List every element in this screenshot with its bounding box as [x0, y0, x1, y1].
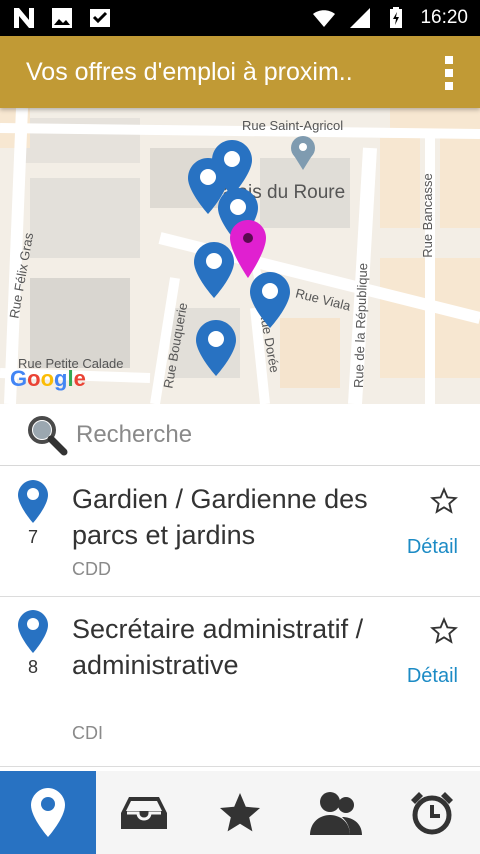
job-number: 7: [27, 527, 38, 547]
nav-favorites-tab[interactable]: [192, 771, 288, 854]
star-icon: [220, 792, 260, 831]
search-bar: [0, 404, 480, 466]
inbox-icon: [121, 796, 167, 829]
detail-link[interactable]: Détail: [407, 665, 458, 688]
nav-alerts-tab[interactable]: [384, 771, 480, 854]
bottom-navigation: [0, 771, 480, 854]
map-pin-icon: [18, 610, 48, 653]
map-pin-icon: [18, 480, 48, 523]
status-time: 16:20: [420, 7, 468, 28]
job-title: Secrétaire administratif / administrativ…: [72, 614, 364, 680]
nav-contacts-tab[interactable]: [288, 771, 384, 854]
street-label: Rue Saint-Agricol: [242, 118, 344, 133]
map-marker-icon[interactable]: [194, 318, 238, 378]
overflow-dot-icon: [445, 56, 453, 64]
overflow-menu-button[interactable]: [444, 56, 454, 90]
detail-link[interactable]: Détail: [407, 536, 458, 559]
n-notification-icon: [14, 8, 34, 28]
job-list-item[interactable]: 7 Gardien / Gardienne des parcs et jardi…: [0, 467, 480, 597]
overflow-dot-icon: [445, 82, 453, 90]
favorite-star-icon[interactable]: [430, 487, 458, 515]
favorite-star-icon[interactable]: [430, 617, 458, 645]
search-icon: [28, 415, 68, 455]
job-number: 8: [27, 657, 38, 677]
nav-inbox-tab[interactable]: [96, 771, 192, 854]
overflow-dot-icon: [445, 69, 453, 77]
app-bar: Vos offres d'emploi à proxim..: [0, 36, 480, 108]
nav-map-tab[interactable]: [0, 771, 96, 854]
signal-icon: [350, 8, 371, 28]
app-title: Vos offres d'emploi à proxim..: [26, 57, 353, 86]
map-view[interactable]: Rue Saint-Agricol Palais du Roure Rue Fé…: [0, 108, 480, 404]
job-marker: 7: [16, 479, 50, 548]
search-input[interactable]: [76, 420, 456, 449]
alarm-clock-icon: [411, 791, 453, 834]
job-list-item[interactable]: 8 Secrétaire administratif / administrat…: [0, 597, 480, 767]
wifi-icon: [313, 10, 336, 27]
job-contract-type: CDI: [72, 723, 103, 743]
selected-location-marker-icon[interactable]: [228, 218, 268, 280]
image-notification-icon: [52, 8, 72, 28]
street-label: Rue Bancasse: [419, 173, 435, 258]
job-marker: 8: [16, 609, 50, 678]
inbox-check-notification-icon: [90, 9, 110, 27]
google-logo: Google: [10, 366, 86, 391]
battery-charging-icon: [390, 7, 403, 28]
job-title: Gardien / Gardienne des parcs et jardins: [72, 484, 368, 550]
job-list: 7 Gardien / Gardienne des parcs et jardi…: [0, 467, 480, 767]
map-pin-icon: [31, 787, 65, 837]
status-bar: 16:20: [0, 0, 480, 36]
contacts-icon: [310, 791, 362, 835]
job-contract-type: CDD: [72, 559, 111, 579]
